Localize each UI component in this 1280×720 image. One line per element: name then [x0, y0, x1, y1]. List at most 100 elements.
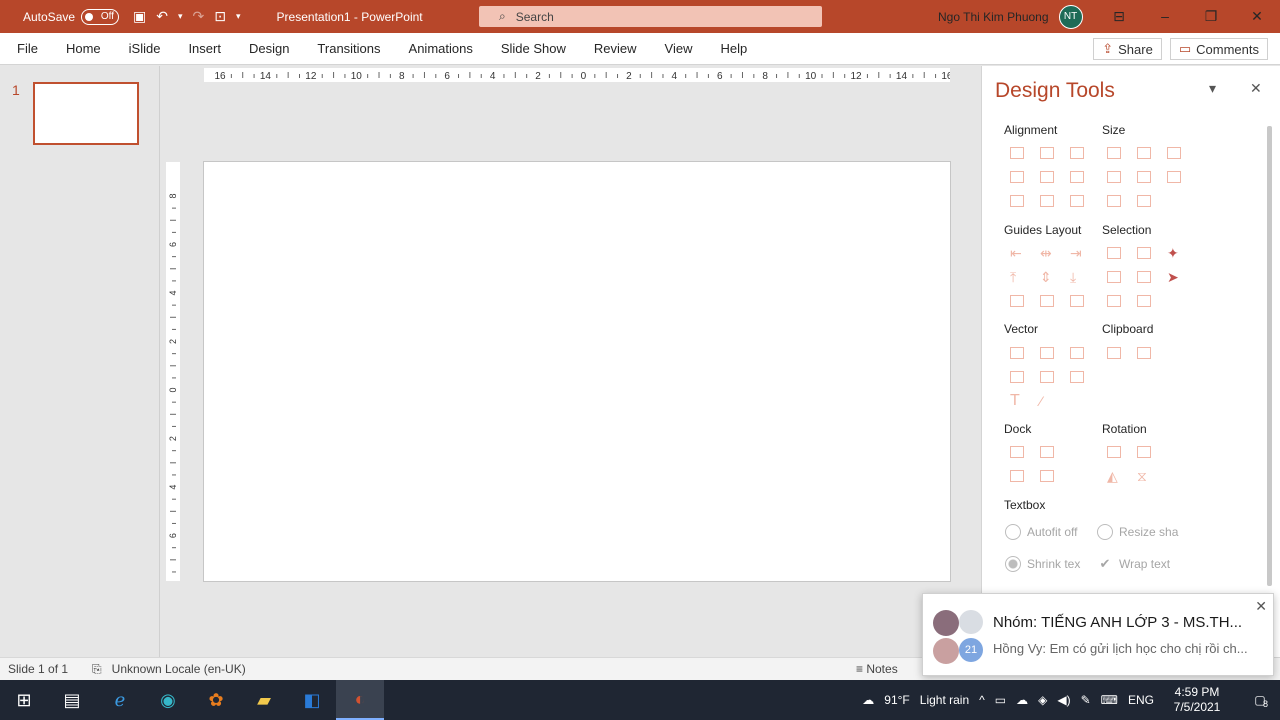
- app-icon[interactable]: ✿: [192, 680, 240, 720]
- keyboard-icon[interactable]: ⌨: [1101, 693, 1118, 707]
- copy-icon[interactable]: [1107, 347, 1121, 359]
- restore-icon[interactable]: ❐: [1188, 0, 1234, 33]
- panel-close-icon[interactable]: ✕: [1250, 80, 1262, 97]
- notes-button[interactable]: ≡ Notes: [856, 662, 898, 676]
- ribbon-display-icon[interactable]: ⊟: [1096, 0, 1142, 33]
- autofit-off-radio[interactable]: [1005, 524, 1021, 540]
- rotate-left-icon[interactable]: [1107, 446, 1121, 458]
- outlook-icon[interactable]: ◧: [288, 680, 336, 720]
- select-same-icon[interactable]: [1107, 247, 1121, 259]
- weather-icon[interactable]: ☁: [862, 693, 874, 707]
- magic-wand-icon[interactable]: ✦: [1167, 246, 1181, 260]
- task-view-icon[interactable]: ▤: [48, 680, 96, 720]
- select-similar-icon[interactable]: [1137, 247, 1151, 259]
- resize-shape-radio[interactable]: [1097, 524, 1113, 540]
- align-center-icon[interactable]: [1040, 147, 1054, 159]
- guide-right-icon[interactable]: ⇥: [1070, 246, 1084, 260]
- stretch-height-icon[interactable]: [1137, 195, 1151, 207]
- select-group-icon[interactable]: [1107, 271, 1121, 283]
- edge-icon[interactable]: ◉: [144, 680, 192, 720]
- volume-icon[interactable]: ◀): [1057, 693, 1070, 707]
- guide-spacing-v-icon[interactable]: [1040, 295, 1054, 307]
- user-avatar[interactable]: NT: [1058, 4, 1083, 29]
- vector-subtract-icon[interactable]: [1040, 371, 1054, 383]
- onedrive-icon[interactable]: ☁: [1016, 693, 1028, 707]
- windows-start-icon[interactable]: ⊞: [0, 680, 48, 720]
- panel-scrollbar[interactable]: [1267, 126, 1272, 586]
- tab-help[interactable]: Help: [706, 41, 761, 56]
- show-hidden-icons-icon[interactable]: ^: [979, 693, 985, 707]
- paste-icon[interactable]: [1137, 347, 1151, 359]
- customize-qat-icon[interactable]: ▾: [236, 11, 241, 22]
- resize-shape-option[interactable]: Resize sha: [1097, 524, 1178, 540]
- security-icon[interactable]: ◈: [1038, 693, 1047, 707]
- stretch-width-icon[interactable]: [1107, 195, 1121, 207]
- tab-home[interactable]: Home: [52, 41, 115, 56]
- tab-insert[interactable]: Insert: [174, 41, 235, 56]
- distribute-horizontal-icon[interactable]: [1010, 195, 1024, 207]
- align-left-icon[interactable]: [1010, 147, 1024, 159]
- same-height-icon[interactable]: [1137, 147, 1151, 159]
- match-width-icon[interactable]: [1107, 171, 1121, 183]
- flip-horizontal-icon[interactable]: ◭: [1107, 469, 1121, 483]
- guide-middle-icon[interactable]: ⇕: [1040, 270, 1054, 284]
- wrap-text-option[interactable]: ✔ Wrap text: [1097, 556, 1171, 572]
- select-layer-icon[interactable]: [1137, 295, 1151, 307]
- guide-grid-icon[interactable]: [1070, 295, 1084, 307]
- network-icon[interactable]: ▭: [995, 693, 1006, 707]
- minimize-icon[interactable]: –: [1142, 0, 1188, 33]
- vector-split-icon[interactable]: [1070, 371, 1084, 383]
- undo-dropdown-icon[interactable]: ▾: [178, 11, 183, 22]
- tab-design[interactable]: Design: [235, 41, 303, 56]
- undo-icon[interactable]: ↶: [156, 8, 168, 25]
- autosave-switch[interactable]: Off: [81, 8, 120, 25]
- swap-size-icon[interactable]: [1167, 171, 1181, 183]
- match-height-icon[interactable]: [1137, 171, 1151, 183]
- shrink-text-radio[interactable]: [1005, 556, 1021, 572]
- autosave-toggle[interactable]: AutoSave Off: [23, 8, 120, 25]
- notification-close-icon[interactable]: ✕: [1255, 598, 1267, 615]
- text-to-shape-icon[interactable]: T: [1010, 393, 1024, 409]
- distribute-vertical-icon[interactable]: [1040, 195, 1054, 207]
- guide-bottom-icon[interactable]: ⤓: [1070, 270, 1084, 284]
- autofit-off-option[interactable]: Autofit off: [1005, 524, 1077, 540]
- clock[interactable]: 4:59 PM 7/5/2021: [1164, 685, 1230, 715]
- align-middle-icon[interactable]: [1040, 171, 1054, 183]
- guide-spacing-h-icon[interactable]: [1010, 295, 1024, 307]
- tab-file[interactable]: File: [0, 41, 52, 56]
- select-overlap-icon[interactable]: [1137, 271, 1151, 283]
- align-right-icon[interactable]: [1070, 147, 1084, 159]
- close-icon[interactable]: ✕: [1234, 0, 1280, 33]
- tab-islide[interactable]: iSlide: [115, 41, 175, 56]
- slide-thumbnail[interactable]: [33, 82, 139, 145]
- same-width-icon[interactable]: [1107, 147, 1121, 159]
- powerpoint-icon[interactable]: ◐: [336, 680, 384, 720]
- save-icon[interactable]: ▣: [133, 8, 146, 25]
- guide-top-icon[interactable]: ⤒: [1010, 270, 1024, 284]
- same-size-icon[interactable]: [1167, 147, 1181, 159]
- guide-center-icon[interactable]: ⇹: [1040, 246, 1054, 260]
- wrap-text-checkbox[interactable]: ✔: [1097, 556, 1113, 572]
- vector-combine-icon[interactable]: [1040, 347, 1054, 359]
- spellcheck-icon[interactable]: ⎘: [92, 662, 102, 677]
- slide-canvas[interactable]: [203, 161, 951, 582]
- guide-left-icon[interactable]: ⇤: [1010, 246, 1024, 260]
- tab-animations[interactable]: Animations: [395, 41, 487, 56]
- select-inverse-icon[interactable]: [1107, 295, 1121, 307]
- tab-slide-show[interactable]: Slide Show: [487, 41, 580, 56]
- weather-temp[interactable]: 91°F: [884, 693, 909, 707]
- file-explorer-icon[interactable]: ▰: [240, 680, 288, 720]
- internet-explorer-icon[interactable]: ℯ: [96, 680, 144, 720]
- shrink-text-option[interactable]: Shrink tex: [1005, 556, 1080, 572]
- brush-icon[interactable]: ⁄: [1040, 394, 1054, 408]
- user-account[interactable]: Ngo Thi Kim Phuong NT: [938, 0, 1083, 33]
- share-button[interactable]: ⇪ Share: [1093, 38, 1162, 60]
- search-box[interactable]: ⌕ Search: [479, 6, 822, 27]
- tab-transitions[interactable]: Transitions: [303, 41, 394, 56]
- present-icon[interactable]: ⊡: [214, 8, 226, 25]
- chat-notification[interactable]: 21 Nhóm: TIẾNG ANH LỚP 3 - MS.TH... Hồng…: [922, 593, 1274, 676]
- cursor-icon[interactable]: ➤: [1167, 270, 1181, 284]
- dock-right-icon[interactable]: [1040, 470, 1054, 482]
- pen-icon[interactable]: ✎: [1081, 693, 1091, 707]
- language-indicator[interactable]: ENG: [1128, 693, 1154, 707]
